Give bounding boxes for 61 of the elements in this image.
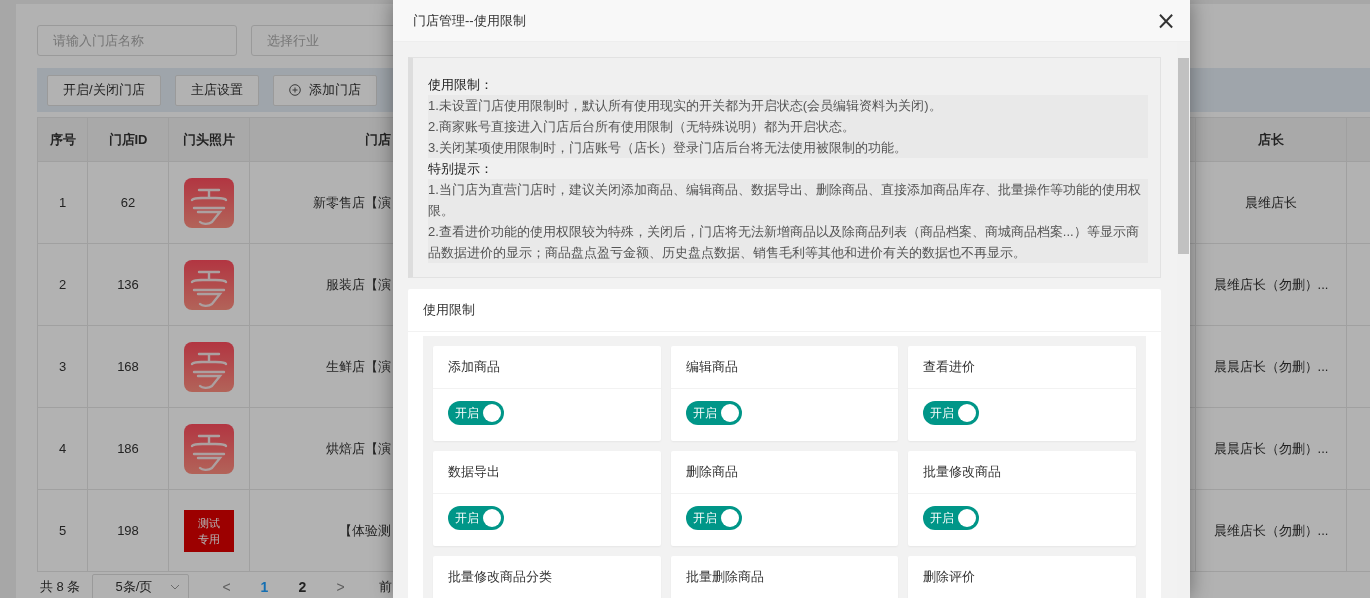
permission-label: 数据导出 (433, 451, 661, 494)
table-cell: 晨维店长（勿删）... (1195, 243, 1347, 326)
store-logo-icon (184, 259, 234, 310)
page-number[interactable]: 1 (245, 579, 284, 595)
permission-label: 删除商品 (670, 451, 899, 494)
toggle-switch[interactable]: 开启 (923, 401, 980, 425)
toggle-switch[interactable]: 开启 (923, 506, 980, 530)
notice-text: 2.查看进价功能的使用权限较为特殊，关闭后，门店将无法新增商品以及除商品列表（商品档案、商城商品档案...）等显示商品数据进价的显示；商品盘点盈亏金额、历史盘点数据、销售毛利等其他和进价有关的数据也不再显示。 (428, 221, 1148, 263)
permission-label: 编辑商品 (670, 346, 899, 389)
store-logo-icon (184, 177, 234, 228)
table-cell: 晨晨店长（勿删）... (1195, 325, 1347, 408)
permission-label: 查看进价 (908, 346, 1136, 389)
toolbar-button[interactable]: 开启/关闭门店 (47, 74, 161, 106)
toggle-switch[interactable]: 开启 (685, 401, 742, 425)
table-cell: 168 (87, 325, 169, 408)
permission-label: 批量修改商品分类 (433, 556, 661, 598)
table-cell: 5 (37, 489, 88, 572)
plus-circle-icon (288, 84, 301, 96)
toolbar-button[interactable]: 主店设置 (174, 74, 259, 106)
page-size-select[interactable]: 5条/页 (92, 574, 190, 598)
notice-text: 2.商家账号直接进入门店后台所有使用限制（无特殊说明）都为开启状态。 (428, 116, 1148, 137)
toggle-switch[interactable]: 开启 (448, 506, 504, 530)
notice-heading: 使用限制： (428, 76, 494, 94)
close-button[interactable]: × (1151, 8, 1180, 33)
notice-text: 1.当门店为直营门店时，建议关闭添加商品、编辑商品、数据导出、删除商品、直接添加商品库存、批量操作等功能的使用权限。 (428, 179, 1148, 221)
total-count: 共 8 条 (40, 578, 81, 596)
permission-label: 添加商品 (433, 346, 661, 389)
store-logo-icon (184, 341, 234, 392)
table-cell: 62 (87, 161, 169, 244)
table-cell: 晨维店长（勿删）... (1195, 489, 1347, 572)
column-header: 序号 (37, 117, 88, 162)
table-cell: 186 (87, 407, 169, 490)
table-cell: 晨晨店长（勿删）... (1195, 407, 1347, 490)
table-cell: 4 (37, 407, 88, 490)
table-cell: 136 (87, 243, 169, 326)
store-logo-icon (184, 423, 234, 474)
table-cell: 1 (37, 161, 88, 244)
goto-label: 前 (379, 578, 393, 596)
table-cell: 3 (37, 325, 88, 408)
section-title: 使用限制 (408, 289, 1161, 332)
table-cell: 198 (87, 489, 169, 572)
notice-text: 3.关闭某项使用限制时，门店账号（店长）登录门店后台将无法使用被限制的功能。 (428, 137, 1148, 158)
prev-page-button[interactable]: < (207, 579, 246, 595)
column-header: 店长 (1195, 117, 1347, 162)
permission-label: 批量修改商品 (908, 451, 1136, 494)
next-page-button[interactable]: > (321, 579, 360, 595)
store-photo: 测试专用 (184, 509, 234, 552)
scrollbar[interactable] (1177, 42, 1190, 598)
toggle-switch[interactable]: 开启 (448, 401, 504, 425)
permission-label: 删除评价 (908, 556, 1136, 598)
notice-heading: 特别提示： (428, 160, 494, 178)
toggle-switch[interactable]: 开启 (685, 506, 742, 530)
column-header: 门头照片 (168, 117, 250, 162)
notice-text: 1.未设置门店使用限制时，默认所有使用现实的开关都为开启状态(会员编辑资料为关闭)。 (428, 95, 1148, 116)
add-store-button[interactable]: 添加门店 (272, 74, 377, 106)
table-cell: 2 (37, 243, 88, 326)
page-number[interactable]: 2 (283, 579, 322, 595)
caret-icon (170, 584, 181, 590)
permission-label: 批量删除商品 (670, 556, 899, 598)
table-cell: 晨维店长 (1195, 161, 1347, 244)
column-header: 门店ID (87, 117, 169, 162)
